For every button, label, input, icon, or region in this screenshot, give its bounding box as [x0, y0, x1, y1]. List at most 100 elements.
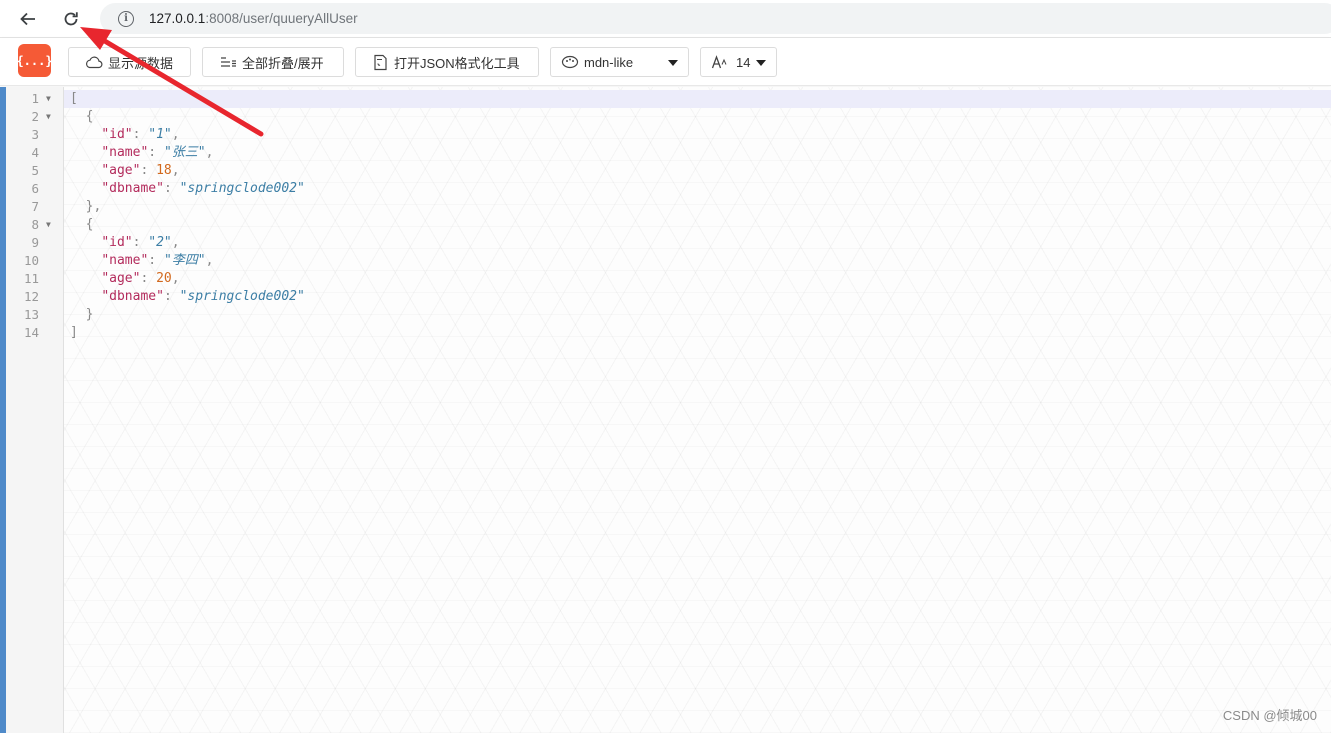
fold-icon [221, 57, 236, 67]
code-token: "name" [101, 253, 149, 268]
code-token: 20 [156, 271, 172, 286]
back-button[interactable] [13, 4, 43, 34]
code-token: "id" [101, 127, 133, 142]
code-token: : [132, 235, 149, 250]
info-icon[interactable]: i [118, 10, 134, 27]
fold-toggle-icon[interactable]: ▼ [46, 90, 51, 108]
fold-all-label: 全部折叠/展开 [242, 55, 324, 71]
url-path: :8008/user/quueryAllUser [205, 11, 358, 26]
arrow-left-icon [20, 12, 35, 26]
code-token: "springclode002" [179, 289, 305, 304]
code-token: , [171, 235, 180, 250]
code-text: { [70, 108, 94, 126]
code-token: : [163, 181, 180, 196]
code-text: "name": "李四", [70, 252, 213, 270]
line-number: 2 [31, 109, 39, 124]
line-number: 4 [31, 145, 39, 160]
line-number: 8 [31, 217, 39, 232]
reload-button[interactable] [56, 4, 86, 34]
line-number: 12 [23, 289, 39, 304]
line-number: 10 [23, 253, 39, 268]
code-token: "springclode002" [179, 181, 305, 196]
theme-select[interactable]: mdn-like [550, 47, 689, 77]
json-logo-icon[interactable]: {...} [16, 44, 53, 77]
watermark: CSDN @倾城00 [1222, 708, 1317, 723]
palette-icon [561, 55, 579, 69]
code-token: 18 [156, 163, 172, 178]
code-text: [ [70, 90, 78, 108]
line-number: 5 [31, 163, 39, 178]
code-token: "李四" [163, 253, 206, 268]
chevron-down-icon [668, 60, 678, 66]
code-token: : [140, 163, 157, 178]
line-number: 3 [31, 127, 39, 142]
code-text: } [70, 306, 94, 324]
browser-toolbar: i 127.0.0.1:8008/user/quueryAllUser [0, 0, 1331, 38]
code-text: }, [70, 198, 102, 216]
font-size-icon [711, 55, 727, 69]
code-token: "张三" [163, 145, 206, 160]
code-token: : [132, 127, 149, 142]
code-token: "2" [148, 235, 172, 250]
fold-toggle-icon[interactable]: ▼ [46, 216, 51, 234]
line-number: 1 [31, 91, 39, 106]
code-text: "age": 18, [70, 162, 180, 180]
cloud-icon [86, 56, 103, 69]
code-text: "id": "2", [70, 234, 180, 252]
code-text: { [70, 216, 94, 234]
code-token: , [171, 271, 180, 286]
json-editor[interactable]: 1 ▼ [2 ▼ {3 "id": "1", 4 "name": "张三", 5 "age… [0, 87, 1331, 733]
code-token: "1" [148, 127, 172, 142]
code-token: { [70, 109, 94, 124]
code-text: "name": "张三", [70, 144, 213, 162]
json-viewer-toolbar: {...} 显示源数据 全部折叠/展开 打开JSON格式化工具 mdn-like… [0, 38, 1331, 86]
code-token: "dbname" [101, 181, 164, 196]
show-raw-data-label: 显示源数据 [108, 55, 174, 71]
code-token: "dbname" [101, 289, 164, 304]
code-token: "age" [101, 163, 141, 178]
code-text: "age": 20, [70, 270, 180, 288]
open-json-tool-label: 打开JSON格式化工具 [394, 55, 520, 71]
line-number: 14 [23, 325, 39, 340]
line-number: 7 [31, 199, 39, 214]
code-text: ] [70, 324, 78, 342]
json-file-icon [374, 54, 387, 70]
code-text: "dbname": "springclode002" [70, 180, 305, 198]
code-token: : [163, 289, 180, 304]
code-token: , [171, 163, 180, 178]
code-token: "name" [101, 145, 149, 160]
code-token: , [205, 253, 214, 268]
code-token: : [140, 271, 157, 286]
code-text: "dbname": "springclode002" [70, 288, 305, 306]
address-bar[interactable]: i 127.0.0.1:8008/user/quueryAllUser [100, 3, 1331, 34]
line-number: 13 [23, 307, 39, 322]
code-token: , [205, 145, 214, 160]
active-line-highlight [64, 90, 1331, 108]
line-number: 6 [31, 181, 39, 196]
code-token: "age" [101, 271, 141, 286]
show-raw-data-button[interactable]: 显示源数据 [68, 47, 191, 77]
code-token: : [148, 145, 164, 160]
url-host: 127.0.0.1 [149, 11, 206, 26]
fold-all-button[interactable]: 全部折叠/展开 [202, 47, 344, 77]
fold-toggle-icon[interactable]: ▼ [46, 108, 51, 126]
code-token: , [171, 127, 180, 142]
line-number: 9 [31, 235, 39, 250]
code-token: } [70, 307, 94, 322]
font-size-select[interactable]: 14 [700, 47, 777, 77]
chevron-down-icon [756, 60, 766, 66]
code-token: : [148, 253, 164, 268]
code-token: [ [70, 91, 78, 106]
line-number: 11 [23, 271, 39, 286]
font-size-value: 14 [736, 54, 751, 70]
open-json-tool-button[interactable]: 打开JSON格式化工具 [355, 47, 539, 77]
theme-select-value: mdn-like [584, 54, 634, 70]
